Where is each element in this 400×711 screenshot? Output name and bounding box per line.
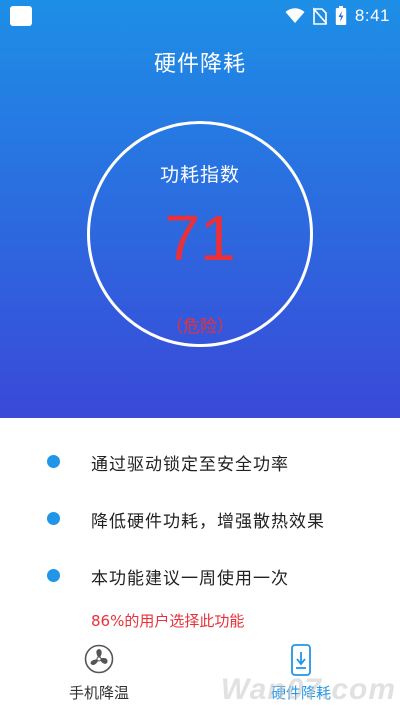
power-index-gauge: 功耗指数 71 （危险） xyxy=(87,121,313,347)
feature-text: 降低硬件功耗，增强散热效果 xyxy=(91,512,325,532)
status-right: 8:41 xyxy=(285,4,390,28)
feature-text: 通过驱动锁定至安全功率 xyxy=(91,455,289,475)
clock: 8:41 xyxy=(354,6,390,25)
no-sim-icon xyxy=(312,7,327,25)
hero-panel: 8:41 硬件降耗 功耗指数 71 （危险） xyxy=(0,0,400,418)
feature-text: 本功能建议一周使用一次 xyxy=(91,569,289,589)
gauge-value: 71 xyxy=(164,202,236,274)
battery-charging-icon xyxy=(335,6,347,26)
bullet-dot-icon xyxy=(47,455,60,468)
fan-icon xyxy=(84,644,114,678)
app-square-icon xyxy=(10,6,32,26)
tab-phone-cooling[interactable]: 手机降温 xyxy=(34,640,164,711)
gauge-label: 功耗指数 xyxy=(159,164,240,186)
feature-item: 本功能建议一周使用一次 xyxy=(0,554,400,594)
user-note: 86%的用户选择此功能 xyxy=(91,612,245,630)
wifi-icon xyxy=(285,8,305,24)
watermark-logo: Wan07.com xyxy=(220,673,396,706)
bullet-dot-icon xyxy=(47,512,60,525)
gauge-status: （危险） xyxy=(166,317,234,337)
bullet-dot-icon xyxy=(47,569,60,582)
status-bar: 8:41 xyxy=(0,0,400,32)
page-title: 硬件降耗 xyxy=(153,52,246,77)
feature-item: 通过驱动锁定至安全功率 xyxy=(0,440,400,480)
feature-item: 降低硬件功耗，增强散热效果 xyxy=(0,497,400,537)
tab-label: 手机降温 xyxy=(68,684,129,702)
